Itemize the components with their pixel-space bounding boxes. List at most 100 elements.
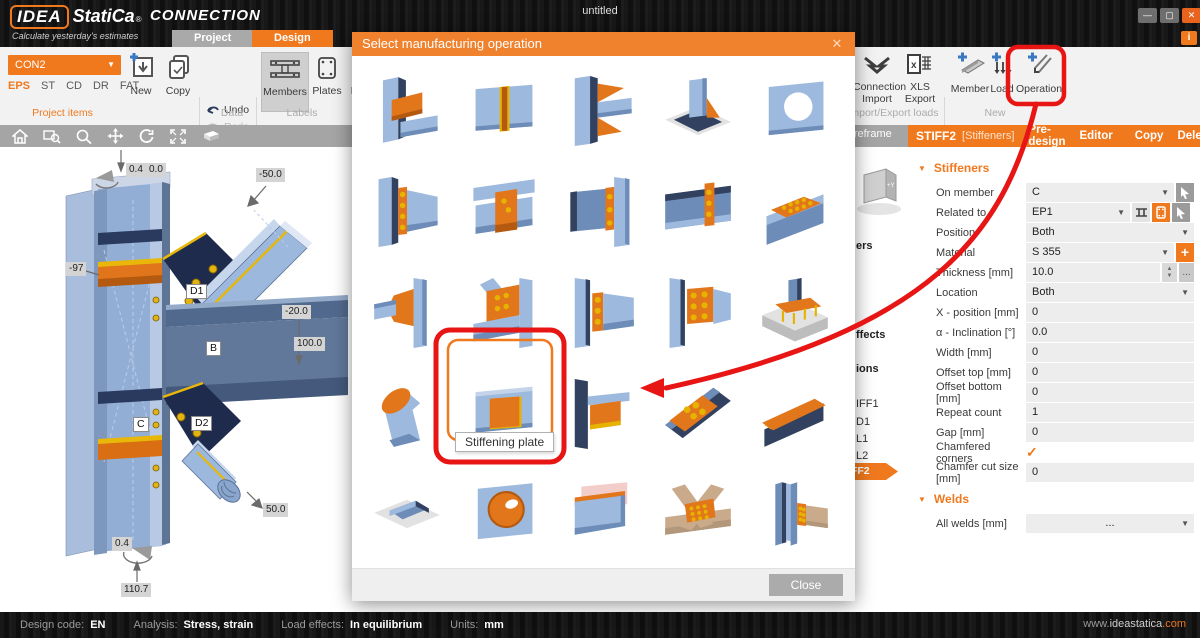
maximize-button[interactable]: ▢ bbox=[1160, 8, 1179, 23]
gap-input[interactable]: 0 bbox=[1026, 423, 1194, 442]
minimize-button[interactable]: — bbox=[1138, 8, 1157, 23]
tree-item-members-fragment[interactable]: ers bbox=[856, 240, 873, 252]
svg-text:x: x bbox=[911, 60, 917, 71]
operation-thumb-bracket[interactable] bbox=[556, 367, 646, 461]
operation-thumb-end-plate[interactable] bbox=[362, 165, 452, 259]
pick-member-button[interactable] bbox=[1176, 183, 1194, 202]
operation-thumb-cleat[interactable] bbox=[459, 165, 549, 259]
group-label-new: New bbox=[960, 107, 1030, 119]
copy-operation-button[interactable]: Copy bbox=[1135, 130, 1164, 142]
on-member-dropdown[interactable]: C▼ bbox=[1026, 183, 1174, 202]
beam-reference-toggle[interactable] bbox=[1132, 203, 1150, 222]
website-link[interactable]: www.ideastatica.com bbox=[1083, 618, 1186, 630]
info-button[interactable]: i bbox=[1181, 31, 1197, 45]
new-button[interactable]: New bbox=[123, 52, 159, 97]
operation-thumb-channel-cap[interactable] bbox=[556, 468, 646, 562]
xls-export-button[interactable]: x XLS Export bbox=[900, 52, 940, 105]
design-code-value: EN bbox=[90, 619, 105, 631]
labels-members-toggle[interactable]: Members bbox=[261, 52, 309, 112]
tree-item-load-effects-fragment[interactable]: ffects bbox=[856, 329, 885, 341]
copy-button[interactable]: Copy bbox=[160, 52, 196, 97]
tree-item-operations-fragment[interactable]: ions bbox=[856, 363, 879, 375]
operation-thumb-splice-plate[interactable] bbox=[653, 165, 743, 259]
operation-thumb-gusset-tube[interactable] bbox=[362, 266, 452, 360]
document-title: untitled bbox=[500, 5, 700, 17]
thickness-stepper[interactable]: ▲▼ bbox=[1162, 263, 1177, 282]
operation-thumb-cover-plate-bolted[interactable] bbox=[750, 165, 840, 259]
chevron-down-icon: ▼ bbox=[1181, 283, 1189, 302]
tab-design[interactable]: Design bbox=[252, 30, 333, 47]
chamfered-corners-checkbox[interactable]: ✓ bbox=[1026, 444, 1038, 461]
tree-item-d1[interactable]: D1 bbox=[856, 416, 870, 428]
add-material-button[interactable]: + bbox=[1176, 243, 1194, 262]
offset-bottom-input[interactable]: 0 bbox=[1026, 383, 1194, 402]
mode-cd[interactable]: CD bbox=[66, 80, 82, 92]
operation-thumb-tube-opening[interactable] bbox=[459, 468, 549, 562]
all-welds-value: ... bbox=[1105, 517, 1114, 529]
mode-dr[interactable]: DR bbox=[93, 80, 109, 92]
view-cube-icon[interactable]: +Y bbox=[854, 165, 904, 217]
x-position-input[interactable]: 0 bbox=[1026, 303, 1194, 322]
dialog-close-icon[interactable]: ✕ bbox=[827, 32, 847, 56]
operation-thumb-bend[interactable] bbox=[362, 367, 452, 461]
operation-thumb-opening[interactable] bbox=[750, 64, 840, 158]
operation-thumb-stiffener[interactable] bbox=[459, 64, 549, 158]
labels-plates-toggle[interactable]: Plates bbox=[309, 52, 345, 97]
thickness-more-button[interactable]: ... bbox=[1179, 263, 1194, 282]
close-button[interactable]: ✕ bbox=[1182, 8, 1200, 23]
operation-thumb-widener[interactable] bbox=[556, 64, 646, 158]
related-to-dropdown[interactable]: EP1▼ bbox=[1026, 203, 1130, 222]
chamfer-cut-size-input[interactable]: 0 bbox=[1026, 463, 1194, 482]
repeat-count-input[interactable]: 1 bbox=[1026, 403, 1194, 422]
rotate-icon[interactable] bbox=[139, 129, 155, 144]
zoom-icon[interactable] bbox=[76, 129, 92, 144]
operation-thumb-cover-plate[interactable] bbox=[750, 367, 840, 461]
operation-thumb-fin-plate-bolted[interactable] bbox=[556, 266, 646, 360]
thickness-input[interactable]: 10.0 bbox=[1026, 263, 1160, 282]
position-value: Both bbox=[1032, 226, 1055, 238]
plate-reference-toggle[interactable] bbox=[1152, 203, 1170, 222]
home-icon[interactable] bbox=[12, 129, 28, 144]
dialog-close-button[interactable]: Close bbox=[769, 574, 843, 596]
section-stiffeners[interactable]: ▼ Stiffeners bbox=[918, 161, 1200, 175]
fit-view-icon[interactable] bbox=[170, 129, 186, 144]
connection-import-button[interactable]: Connection Import bbox=[853, 52, 901, 105]
tab-project[interactable]: Project bbox=[172, 30, 253, 47]
tree-item-l2[interactable]: L2 bbox=[856, 450, 868, 462]
zoom-window-icon[interactable] bbox=[43, 129, 61, 144]
tree-item-l1[interactable]: L1 bbox=[856, 433, 868, 445]
project-item-selector[interactable]: CON2 ▼ bbox=[8, 55, 121, 75]
editor-button[interactable]: Editor bbox=[1079, 130, 1112, 142]
section-welds[interactable]: ▼ Welds bbox=[918, 492, 1200, 506]
inclination-input[interactable]: 0.0 bbox=[1026, 323, 1194, 342]
on-member-value: C bbox=[1032, 186, 1040, 198]
tree-item-stiff1-fragment[interactable]: IFF1 bbox=[856, 398, 879, 410]
pan-icon[interactable] bbox=[107, 128, 124, 144]
operation-thumb-timber-gusset[interactable] bbox=[653, 468, 743, 562]
mode-eps[interactable]: EPS bbox=[8, 80, 30, 92]
operation-thumb-cut-of-member[interactable] bbox=[362, 64, 452, 158]
predesign-button[interactable]: Pre-design bbox=[1028, 124, 1065, 148]
operation-thumb-embedded-plate[interactable] bbox=[362, 468, 452, 562]
dim-label: 110.7 bbox=[121, 583, 151, 597]
all-welds-dropdown[interactable]: ...▼ bbox=[1026, 514, 1194, 533]
mode-st[interactable]: ST bbox=[41, 80, 55, 92]
operation-thumb-fin-plate[interactable] bbox=[556, 165, 646, 259]
operation-thumb-base-plate[interactable] bbox=[653, 64, 743, 158]
new-operation-button[interactable]: Operation bbox=[1015, 52, 1063, 95]
operation-thumb-bolted-diagonal-plate[interactable] bbox=[653, 367, 743, 461]
app-logo: IDEA StatiCa ® bbox=[10, 5, 142, 29]
width-input[interactable]: 0 bbox=[1026, 343, 1194, 362]
operation-thumb-timber-connection[interactable] bbox=[750, 468, 840, 562]
location-dropdown[interactable]: Both▼ bbox=[1026, 283, 1194, 302]
delete-operation-button[interactable]: Delete bbox=[1177, 130, 1200, 142]
prop-row-position: Position Both▼ bbox=[936, 223, 1194, 242]
solid-view-icon[interactable] bbox=[201, 129, 221, 143]
material-dropdown[interactable]: S 355▼ bbox=[1026, 243, 1174, 262]
position-dropdown[interactable]: Both▼ bbox=[1026, 223, 1194, 242]
offset-top-input[interactable]: 0 bbox=[1026, 363, 1194, 382]
operation-thumb-gusset-diagonal[interactable] bbox=[459, 266, 549, 360]
operation-thumb-anchoring[interactable] bbox=[750, 266, 840, 360]
operation-thumb-connecting-plate[interactable] bbox=[653, 266, 743, 360]
pick-plate-button[interactable] bbox=[1172, 203, 1190, 222]
